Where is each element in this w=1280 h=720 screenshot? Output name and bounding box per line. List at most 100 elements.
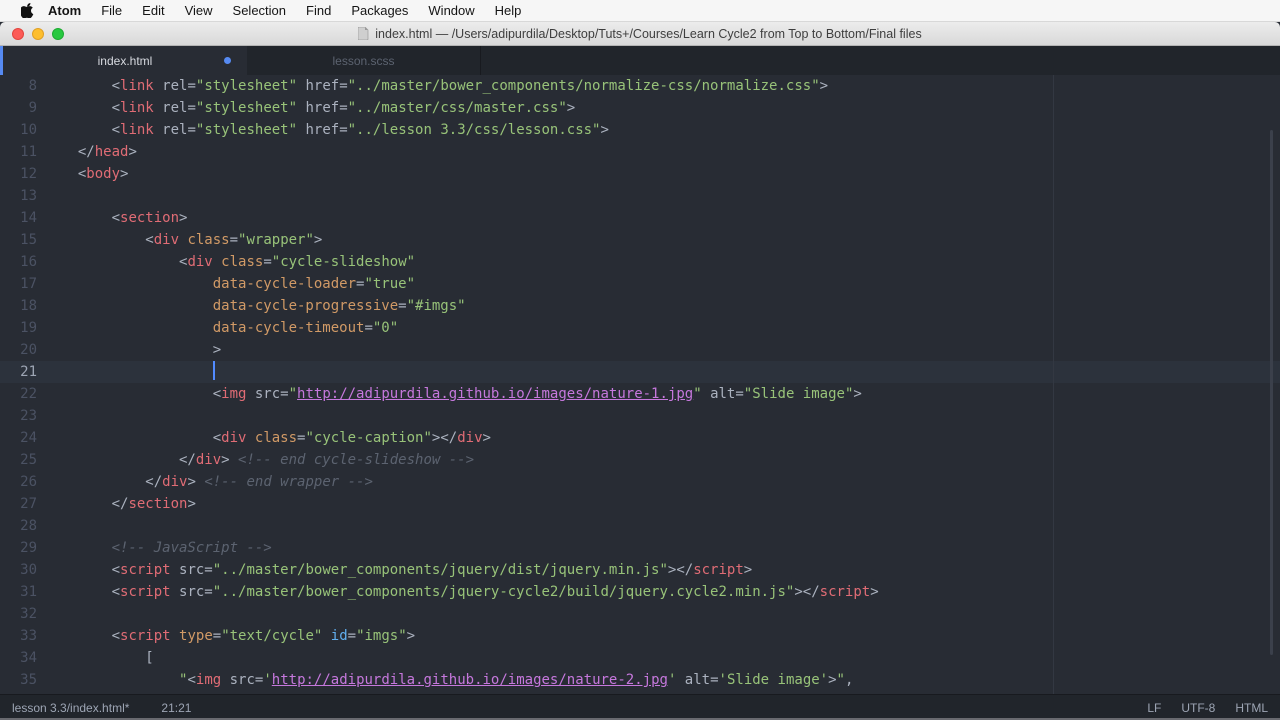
- line-content: </div> <!-- end wrapper -->: [61, 474, 373, 490]
- line-content: [61, 185, 1280, 207]
- code-line-30[interactable]: 30 <script src="../master/bower_componen…: [0, 559, 1280, 581]
- code-line-10[interactable]: 10 <link rel="stylesheet" href="../lesso…: [0, 119, 1280, 141]
- status-line-ending[interactable]: LF: [1147, 701, 1161, 715]
- menu-item-file[interactable]: File: [91, 3, 132, 18]
- line-content: <body>: [61, 166, 129, 182]
- line-content: </div> <!-- end cycle-slideshow -->: [61, 452, 475, 468]
- line-number: 35: [20, 672, 37, 688]
- menu-item-atom[interactable]: Atom: [38, 3, 91, 18]
- code-line-31[interactable]: 31 <script src="../master/bower_componen…: [0, 581, 1280, 603]
- status-encoding[interactable]: UTF-8: [1181, 701, 1215, 715]
- vertical-scrollbar[interactable]: [1270, 130, 1273, 655]
- line-content: [61, 405, 1280, 427]
- line-content: <div class="cycle-slideshow": [61, 254, 416, 270]
- line-content: <script src="../master/bower_components/…: [61, 562, 753, 578]
- line-number: 34: [20, 650, 37, 666]
- code-line-22[interactable]: 22 <img src="http://adipurdila.github.io…: [0, 383, 1280, 405]
- tab-label: lesson.scss: [332, 53, 395, 68]
- code-line-28[interactable]: 28: [0, 515, 1280, 537]
- line-number: 22: [20, 386, 37, 402]
- status-grammar[interactable]: HTML: [1235, 701, 1268, 715]
- line-number: 15: [20, 232, 37, 248]
- code-line-14[interactable]: 14 <section>: [0, 207, 1280, 229]
- line-content: [: [61, 650, 154, 666]
- code-line-25[interactable]: 25 </div> <!-- end cycle-slideshow -->: [0, 449, 1280, 471]
- code-line-29[interactable]: 29 <!-- JavaScript -->: [0, 537, 1280, 559]
- code-line-33[interactable]: 33 <script type="text/cycle" id="imgs">: [0, 625, 1280, 647]
- code-line-13[interactable]: 13: [0, 185, 1280, 207]
- line-content: data-cycle-timeout="0": [212, 320, 399, 336]
- line-number: 16: [20, 254, 37, 270]
- line-content: data-cycle-progressive="#imgs": [212, 298, 466, 314]
- menu-item-edit[interactable]: Edit: [132, 3, 174, 18]
- minimize-window-button[interactable]: [32, 28, 44, 40]
- line-number: 27: [20, 496, 37, 512]
- menu-item-find[interactable]: Find: [296, 3, 341, 18]
- code-line-27[interactable]: 27 </section>: [0, 493, 1280, 515]
- line-content: [61, 603, 1280, 625]
- wrap-guide-line: [1053, 75, 1054, 694]
- line-number: 13: [20, 188, 37, 204]
- line-number: 25: [20, 452, 37, 468]
- line-content: <img src="http://adipurdila.github.io/im…: [61, 386, 862, 402]
- close-window-button[interactable]: [12, 28, 24, 40]
- code-line-23[interactable]: 23: [0, 405, 1280, 427]
- line-number: 10: [20, 122, 37, 138]
- line-content: </section>: [61, 496, 196, 512]
- line-number: 24: [20, 430, 37, 446]
- text-cursor: [212, 361, 215, 380]
- line-content: <script src="../master/bower_components/…: [61, 584, 879, 600]
- status-file-path[interactable]: lesson 3.3/index.html*: [12, 701, 129, 715]
- line-content: "<img src='http://adipurdila.github.io/i…: [179, 672, 854, 688]
- line-number: 26: [20, 474, 37, 490]
- status-bar: lesson 3.3/index.html* 21:21 LF UTF-8 HT…: [0, 694, 1280, 720]
- line-number: 20: [20, 342, 37, 358]
- line-number: 9: [28, 100, 37, 116]
- code-line-12[interactable]: 12 <body>: [0, 163, 1280, 185]
- line-content: </head>: [61, 144, 137, 160]
- code-line-18[interactable]: 18 data-cycle-progressive="#imgs": [0, 295, 1280, 317]
- line-content: <link rel="stylesheet" href="../master/b…: [61, 78, 829, 94]
- code-line-32[interactable]: 32: [0, 603, 1280, 625]
- menu-item-help[interactable]: Help: [485, 3, 532, 18]
- status-cursor-position[interactable]: 21:21: [161, 701, 191, 715]
- code-editor[interactable]: 8 <link rel="stylesheet" href="../master…: [0, 75, 1280, 694]
- tab-lesson-scss[interactable]: lesson.scss: [247, 46, 481, 75]
- line-number: 32: [20, 606, 37, 622]
- code-line-17[interactable]: 17 data-cycle-loader="true": [0, 273, 1280, 295]
- line-number: 23: [20, 408, 37, 424]
- line-content: <!-- JavaScript -->: [61, 540, 272, 556]
- line-content: <div class="cycle-caption"></div>: [61, 430, 491, 446]
- line-number: 11: [20, 144, 37, 160]
- window-title-text: index.html — /Users/adipurdila/Desktop/T…: [375, 26, 922, 41]
- code-line-9[interactable]: 9 <link rel="stylesheet" href="../master…: [0, 97, 1280, 119]
- window-title-bar: index.html — /Users/adipurdila/Desktop/T…: [0, 22, 1280, 46]
- line-number: 31: [20, 584, 37, 600]
- code-line-35[interactable]: 35 "<img src='http://adipurdila.github.i…: [0, 669, 1280, 691]
- line-content: <section>: [61, 210, 188, 226]
- code-line-20[interactable]: 20 >: [0, 339, 1280, 361]
- code-line-16[interactable]: 16 <div class="cycle-slideshow": [0, 251, 1280, 273]
- code-line-8[interactable]: 8 <link rel="stylesheet" href="../master…: [0, 75, 1280, 97]
- menu-item-packages[interactable]: Packages: [341, 3, 418, 18]
- code-line-11[interactable]: 11 </head>: [0, 141, 1280, 163]
- window-controls: [12, 22, 64, 46]
- code-line-24[interactable]: 24 <div class="cycle-caption"></div>: [0, 427, 1280, 449]
- code-line-26[interactable]: 26 </div> <!-- end wrapper -->: [0, 471, 1280, 493]
- code-line-15[interactable]: 15 <div class="wrapper">: [0, 229, 1280, 251]
- menu-item-view[interactable]: View: [175, 3, 223, 18]
- code-line-21[interactable]: 21: [0, 361, 1280, 383]
- zoom-window-button[interactable]: [52, 28, 64, 40]
- code-line-19[interactable]: 19 data-cycle-timeout="0": [0, 317, 1280, 339]
- tab-index-html[interactable]: index.html: [3, 46, 247, 75]
- tab-bar: index.html lesson.scss: [0, 46, 1280, 75]
- code-line-34[interactable]: 34 [: [0, 647, 1280, 669]
- menu-item-selection[interactable]: Selection: [223, 3, 296, 18]
- line-content: data-cycle-loader="true": [212, 276, 416, 292]
- modified-dot-icon[interactable]: [224, 57, 231, 64]
- menu-item-window[interactable]: Window: [418, 3, 484, 18]
- apple-icon[interactable]: [21, 3, 34, 18]
- document-proxy-icon: [358, 27, 369, 40]
- line-number: 30: [20, 562, 37, 578]
- line-content: [61, 515, 1280, 537]
